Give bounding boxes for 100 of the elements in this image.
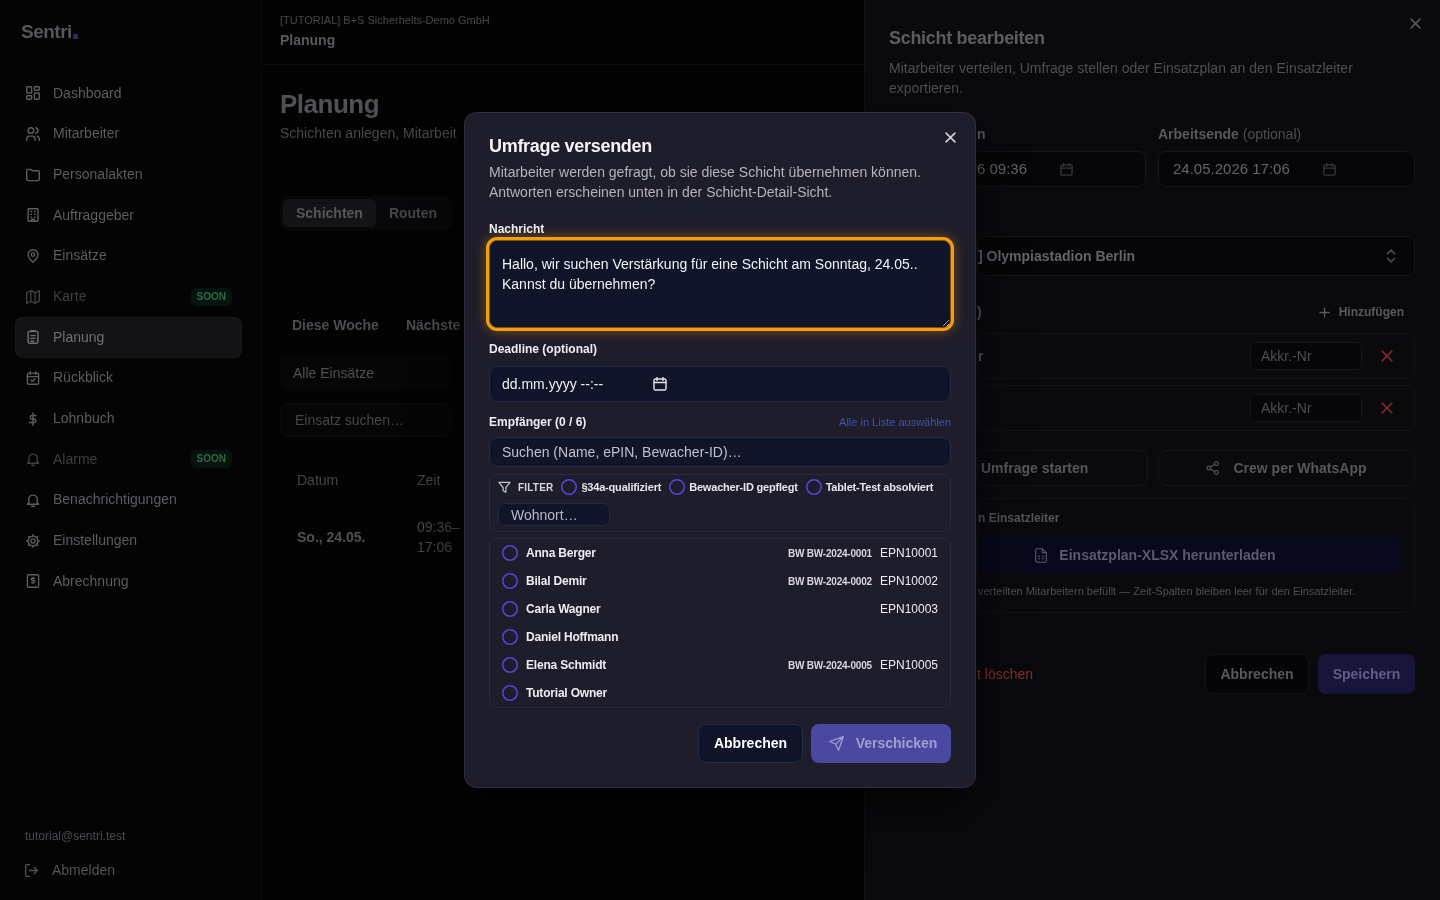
- person-name: Tutorial Owner: [526, 685, 607, 702]
- person-name: Daniel Hoffmann: [526, 629, 619, 646]
- message-field[interactable]: Hallo, wir suchen Verstärkung für eine Schicht am Sonntag, 24.05.. Kannst du übernehmen?: [489, 240, 951, 328]
- checkbox[interactable]: [502, 685, 518, 701]
- date-time-field[interactable]: 6 09:36: [977, 151, 1146, 187]
- checkbox-label: §34a-qualifiziert: [581, 479, 662, 495]
- plus-icon: [1318, 306, 1330, 318]
- add-button[interactable]: Hinzufügen: [1318, 303, 1404, 321]
- cancel-button[interactable]: Abbrechen: [698, 724, 803, 763]
- sidebar-item[interactable]: Einstellungen: [15, 520, 242, 561]
- guard-id: BW BW-2024-0005: [787, 658, 872, 673]
- calendar-icon: [653, 377, 667, 391]
- search-field[interactable]: Suchen (Name, ePIN, Bewacher-ID)…: [489, 437, 951, 467]
- save-button[interactable]: Speichern: [1318, 654, 1415, 694]
- page-title: Planung: [280, 88, 381, 120]
- sidebar-item[interactable]: Rückblick: [15, 357, 242, 399]
- calendar-icon: [1060, 162, 1074, 176]
- guard-id: BW BW-2024-0001: [787, 546, 872, 561]
- logo-text: Sentri: [21, 20, 72, 44]
- download-button[interactable]: Einsatzplan-XLSX herunterladen: [978, 536, 1402, 574]
- accreditation-field[interactable]: Akkr.-Nr: [1250, 394, 1362, 422]
- dollar-document-icon: [26, 574, 40, 589]
- tab[interactable]: Routen: [375, 199, 451, 227]
- sidebar-item[interactable]: Auftraggeber: [15, 194, 242, 236]
- epin-number: EPN10002: [879, 573, 938, 590]
- settings-icon: [26, 533, 40, 548]
- checkbox-label: Tablet-Test absolviert: [825, 479, 934, 495]
- field-label: Deadline (optional): [489, 341, 598, 357]
- filter-icon: [498, 480, 511, 494]
- soon-badge: SOON: [190, 450, 232, 469]
- x-icon[interactable]: [1381, 350, 1393, 362]
- city-field[interactable]: Wohnort…: [498, 503, 610, 526]
- search-field[interactable]: Einsatz suchen…: [280, 403, 452, 437]
- section-label: ): [977, 303, 982, 322]
- drawer-title: Schicht bearbeiten: [889, 27, 1046, 50]
- action-button[interactable]: Umfrage starten: [977, 450, 1148, 486]
- table-cell-text: So., 24.05.: [297, 527, 367, 547]
- drawer-description: Mitarbeiter verteilen, Umfrage stellen oder Einsatzplan an den Einsatzleiter exportieren.: [889, 59, 1354, 98]
- paper-plane-icon: [828, 736, 844, 751]
- dialog-description: Mitarbeiter werden gefragt, ob sie diese Schicht übernehmen können. Antworten erscheinen unten in der Schicht-Detail-Sicht.: [489, 163, 922, 202]
- checkbox[interactable]: [669, 479, 686, 495]
- person-name: Carla Wagner: [526, 601, 601, 618]
- field-label: Nachricht: [489, 221, 546, 237]
- map-icon: [26, 289, 40, 304]
- chevron-up-down-icon: [1386, 249, 1396, 263]
- epin-number: EPN10003: [879, 601, 938, 618]
- crew-member-label: r: [978, 347, 984, 366]
- bell-icon: [26, 492, 40, 507]
- cancel-button[interactable]: Abbrechen: [1205, 654, 1309, 694]
- close-icon: [1409, 17, 1421, 29]
- close-icon: [944, 131, 956, 143]
- grid-icon: [26, 86, 40, 101]
- clipboard-icon: [26, 330, 40, 345]
- sidebar-item[interactable]: Benachrichtigungen: [15, 479, 242, 521]
- close-button[interactable]: [942, 129, 958, 145]
- sidebar-item[interactable]: Personalakten: [15, 154, 242, 195]
- folder-icon: [26, 167, 40, 182]
- share-icon: [1206, 461, 1220, 475]
- person-name: Anna Berger: [526, 545, 596, 562]
- epin-number: EPN10001: [879, 545, 938, 562]
- person-name: Elena Schmidt: [526, 657, 607, 674]
- checkbox[interactable]: [502, 629, 518, 645]
- guard-id: BW BW-2024-0002: [787, 574, 872, 589]
- bell-icon: [26, 452, 40, 467]
- x-icon[interactable]: [1381, 402, 1393, 414]
- checkbox[interactable]: [502, 601, 518, 617]
- delete-button[interactable]: t löschen: [977, 663, 1034, 685]
- panel-title: n Einsatzleiter: [978, 510, 1061, 526]
- accreditation-field[interactable]: Akkr.-Nr: [1250, 342, 1362, 370]
- checkbox-label: Bewacher-ID gepflegt: [689, 479, 798, 495]
- sidebar-item[interactable]: Planung: [15, 316, 242, 358]
- logout-link[interactable]: Abmelden: [25, 858, 242, 882]
- logout-icon: [25, 863, 38, 877]
- date-time-field[interactable]: dd.mm.yyyy --:--: [489, 366, 951, 402]
- sidebar-item[interactable]: Dashboard: [15, 73, 242, 114]
- tab[interactable]: Schichten: [283, 199, 376, 227]
- users-icon: [26, 127, 40, 141]
- period-filter[interactable]: Diese Woche: [280, 310, 391, 340]
- date-time-field[interactable]: 24.05.2026 17:06: [1158, 151, 1415, 187]
- checkbox[interactable]: [502, 657, 518, 673]
- sidebar-item[interactable]: Abrechnung: [15, 560, 242, 602]
- checkbox[interactable]: [502, 545, 518, 561]
- user-email: tutorial@sentri.test: [25, 828, 127, 844]
- checkbox[interactable]: [561, 479, 578, 495]
- organization-name: [TUTORIAL] B+S Sicherheits-Demo GmbH: [280, 13, 491, 27]
- action-button[interactable]: Crew per WhatsApp: [1158, 450, 1415, 486]
- checkbox[interactable]: [502, 573, 518, 589]
- epin-number: EPN10005: [879, 657, 938, 674]
- sidebar-item[interactable]: Lohnbuch: [15, 398, 242, 439]
- section-title: Planung: [280, 31, 337, 49]
- sidebar-item[interactable]: Einsätze: [15, 235, 242, 277]
- period-filter[interactable]: Nächste: [393, 310, 473, 340]
- page-subtitle: Schichten anlegen, Mitarbeit: [280, 124, 458, 143]
- site-select[interactable]: ] Olympiastadion Berlin: [977, 236, 1415, 276]
- building-icon: [26, 208, 40, 223]
- checkbox[interactable]: [805, 479, 822, 495]
- sidebar-item[interactable]: Mitarbeiter: [15, 113, 242, 155]
- column-header: Zeit: [417, 470, 441, 490]
- calendar-check-icon: [26, 370, 40, 385]
- column-header: Datum: [297, 470, 340, 490]
